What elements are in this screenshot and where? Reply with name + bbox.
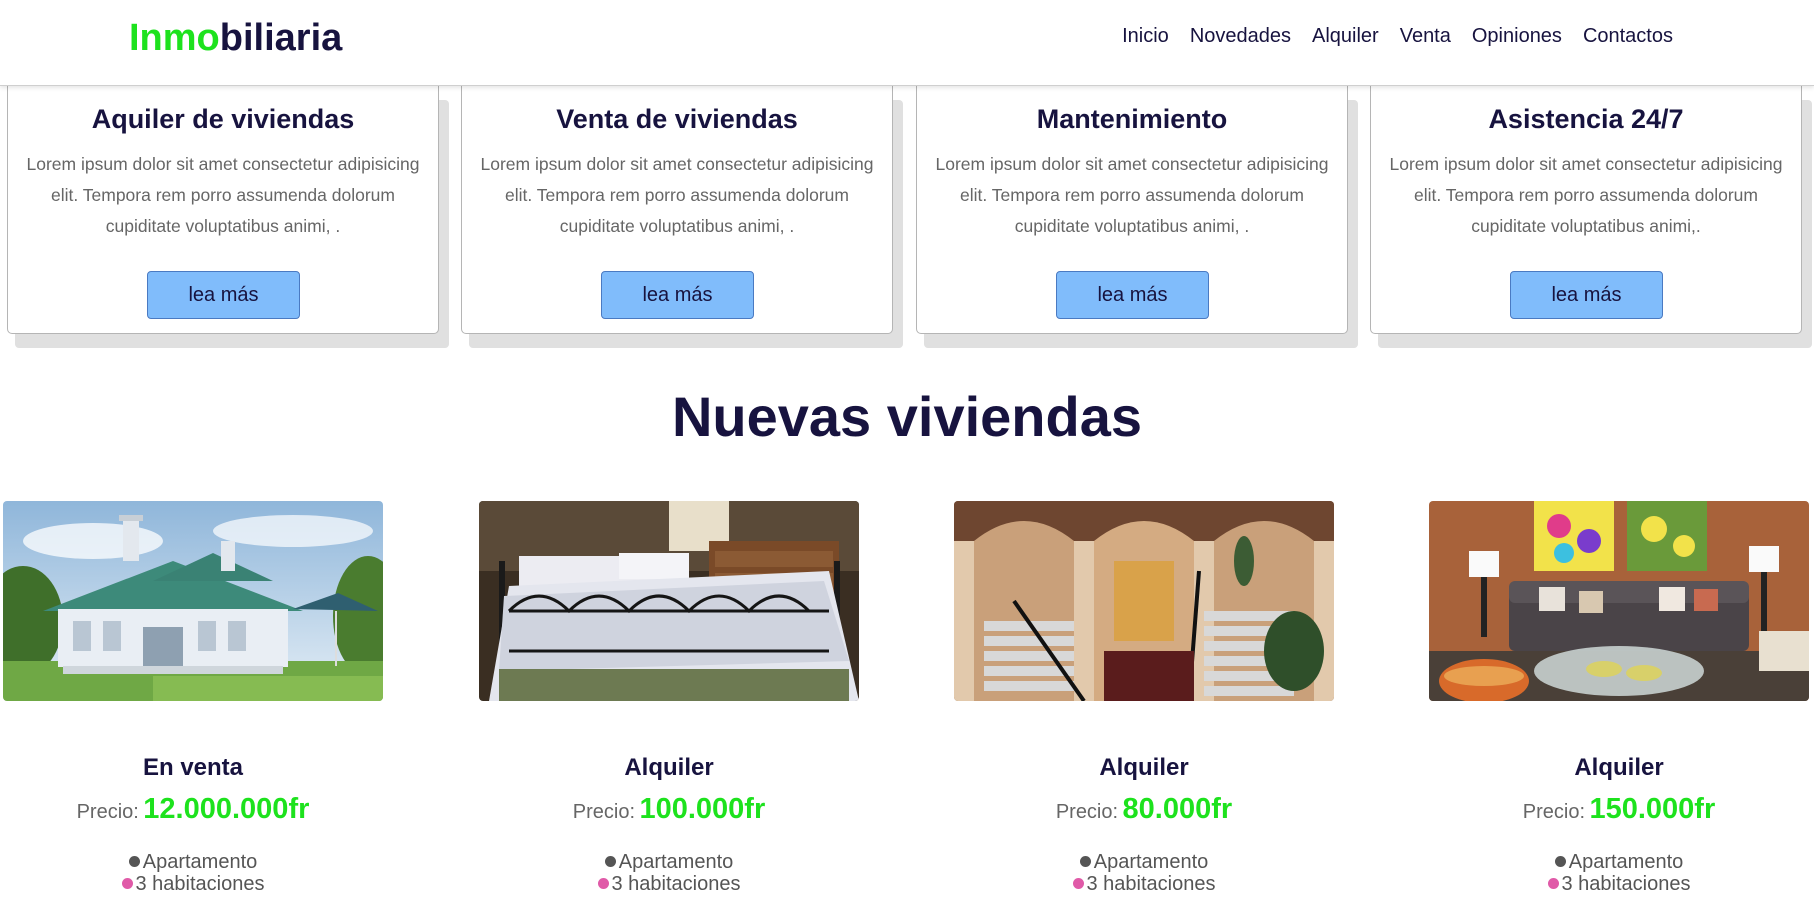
nav-link-opiniones[interactable]: Opiniones (1472, 25, 1562, 48)
feature-item: 3 habitaciones (954, 873, 1334, 895)
property-card: Alquiler Precio: 80.000fr Apartamento 3 … (954, 501, 1334, 895)
service-card-wrapper: Asistencia 24/7 Lorem ipsum dolor sit am… (1370, 86, 1814, 348)
service-description: Lorem ipsum dolor sit amet consectetur a… (480, 154, 874, 236)
nav-link-contactos[interactable]: Contactos (1583, 25, 1673, 48)
bullet-dot-icon (128, 856, 140, 867)
stairway-photo[interactable] (954, 501, 1334, 701)
site-logo[interactable]: Inmobiliaria (129, 17, 342, 60)
bullet-dot-icon (121, 878, 133, 889)
service-title: Mantenimiento (1036, 104, 1228, 134)
price-value: 150.000fr (1589, 793, 1716, 825)
logo-part-biliaria: biliaria (219, 17, 343, 59)
service-title: Venta de viviendas (556, 104, 798, 134)
service-card-maintenance: Mantenimiento Lorem ipsum dolor sit amet… (916, 86, 1348, 334)
property-features: Apartamento 3 habitaciones (954, 851, 1334, 895)
property-features: Apartamento 3 habitaciones (3, 851, 383, 895)
price-label: Precio: (76, 801, 139, 823)
feature-label: Apartamento (1568, 851, 1684, 873)
read-more-button[interactable]: lea más (601, 271, 754, 319)
property-price: Precio: 150.000fr (1429, 793, 1809, 833)
nav-link-venta[interactable]: Venta (1400, 25, 1451, 48)
property-features: Apartamento 3 habitaciones (479, 851, 859, 895)
property-card: Alquiler Precio: 100.000fr Apartamento 3… (479, 501, 859, 895)
services-section: Aquiler de viviendas Lorem ipsum dolor s… (7, 86, 1812, 350)
feature-label: 3 habitaciones (1561, 873, 1691, 895)
feature-item: Apartamento (1429, 851, 1809, 873)
feature-item: 3 habitaciones (1429, 873, 1809, 895)
bullet-dot-icon (1072, 878, 1084, 889)
property-status: En venta (142, 754, 244, 781)
feature-label: Apartamento (142, 851, 258, 873)
service-description: Lorem ipsum dolor sit amet consectetur a… (1389, 154, 1783, 236)
bullet-dot-icon (1554, 856, 1566, 867)
logo-part-inmo: Inmo (129, 17, 220, 59)
service-card-wrapper: Aquiler de viviendas Lorem ipsum dolor s… (7, 86, 453, 348)
service-description: Lorem ipsum dolor sit amet consectetur a… (26, 154, 420, 236)
property-card: En venta Precio: 12.000.000fr Apartament… (3, 501, 383, 895)
property-price: Precio: 100.000fr (479, 793, 859, 833)
house-exterior-photo[interactable] (3, 501, 383, 701)
property-status: Alquiler (1574, 754, 1664, 781)
feature-item: Apartamento (479, 851, 859, 873)
nav-link-inicio[interactable]: Inicio (1122, 25, 1169, 48)
service-card-sale: Venta de viviendas Lorem ipsum dolor sit… (461, 86, 893, 334)
main-nav: Inicio Novedades Alquiler Venta Opinione… (1122, 25, 1673, 48)
nav-link-alquiler[interactable]: Alquiler (1312, 25, 1379, 48)
property-status: Alquiler (1099, 754, 1189, 781)
feature-label: Apartamento (618, 851, 734, 873)
service-card-wrapper: Venta de viviendas Lorem ipsum dolor sit… (461, 86, 907, 348)
property-status: Alquiler (624, 754, 714, 781)
feature-label: Apartamento (1093, 851, 1209, 873)
feature-item: Apartamento (954, 851, 1334, 873)
price-value: 100.000fr (639, 793, 766, 825)
price-label: Precio: (1055, 801, 1119, 823)
feature-label: 3 habitaciones (135, 873, 265, 895)
property-card: Alquiler Precio: 150.000fr Apartamento 3… (1429, 501, 1809, 895)
read-more-button[interactable]: lea más (147, 271, 300, 319)
feature-label: 3 habitaciones (1086, 873, 1216, 895)
property-features: Apartamento 3 habitaciones (1429, 851, 1809, 895)
bullet-dot-icon (1079, 856, 1091, 867)
service-card-wrapper: Mantenimiento Lorem ipsum dolor sit amet… (916, 86, 1362, 348)
bedroom-photo[interactable] (479, 501, 859, 701)
feature-item: Apartamento (3, 851, 383, 873)
feature-item: 3 habitaciones (3, 873, 383, 895)
service-description: Lorem ipsum dolor sit amet consectetur a… (935, 154, 1329, 236)
read-more-button[interactable]: lea más (1510, 271, 1663, 319)
living-room-photo[interactable] (1429, 501, 1809, 701)
property-price: Precio: 12.000.000fr (3, 793, 383, 833)
site-header: Inmobiliaria Inicio Novedades Alquiler V… (0, 0, 1814, 86)
price-value: 80.000fr (1122, 793, 1233, 825)
feature-item: 3 habitaciones (479, 873, 859, 895)
price-label: Precio: (572, 801, 635, 823)
price-value: 12.000.000fr (143, 793, 310, 825)
feature-label: 3 habitaciones (611, 873, 741, 895)
new-homes-title: Nuevas viviendas (671, 385, 1143, 448)
bullet-dot-icon (1547, 878, 1559, 889)
property-price: Precio: 80.000fr (954, 793, 1334, 833)
price-label: Precio: (1522, 801, 1585, 823)
service-title: Aquiler de viviendas (91, 104, 355, 134)
bullet-dot-icon (604, 856, 616, 867)
bullet-dot-icon (597, 878, 609, 889)
nav-link-novedades[interactable]: Novedades (1190, 25, 1291, 48)
read-more-button[interactable]: lea más (1056, 271, 1209, 319)
service-card-rental: Aquiler de viviendas Lorem ipsum dolor s… (7, 86, 439, 334)
service-title: Asistencia 24/7 (1488, 104, 1684, 134)
service-card-assistance: Asistencia 24/7 Lorem ipsum dolor sit am… (1370, 86, 1802, 334)
